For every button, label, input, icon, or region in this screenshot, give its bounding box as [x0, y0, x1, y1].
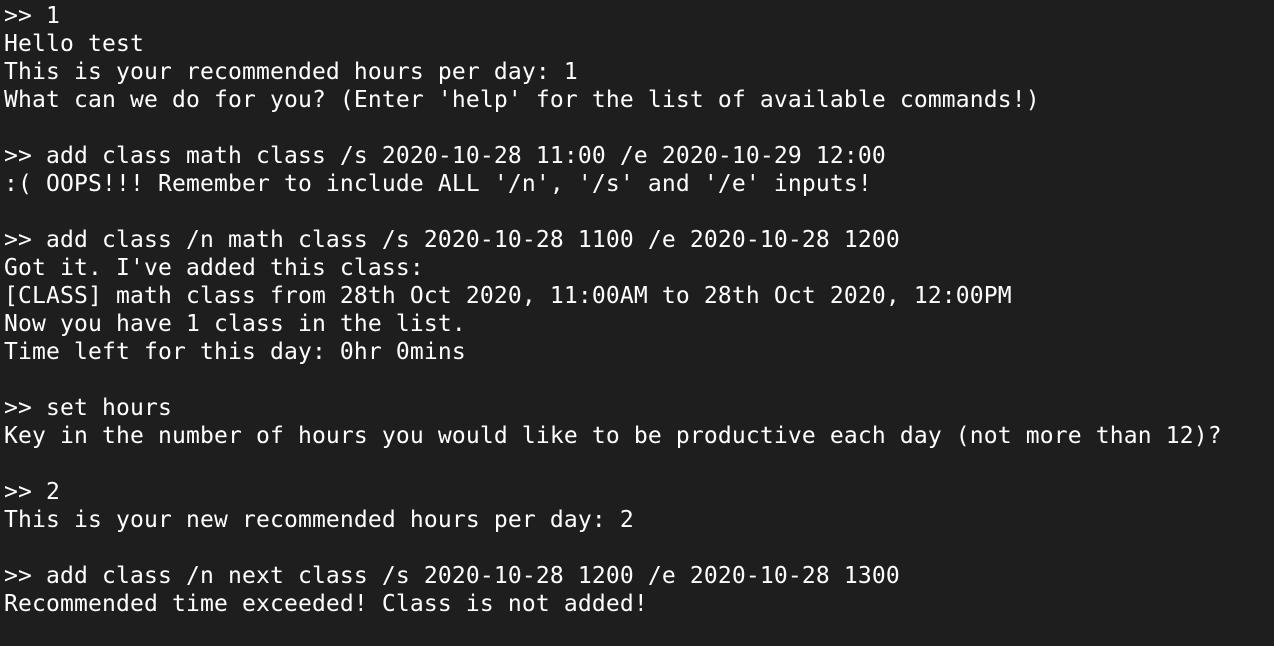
terminal-output[interactable]: >> 1 Hello test This is your recommended… — [0, 0, 1274, 646]
terminal-line: [CLASS] math class from 28th Oct 2020, 1… — [4, 283, 1012, 309]
terminal-line: This is your new recommended hours per d… — [4, 507, 634, 533]
terminal-line: >> 1 — [4, 3, 60, 29]
terminal-line: :( OOPS!!! Remember to include ALL '/n',… — [4, 171, 872, 197]
terminal-line: Hello test — [4, 31, 144, 57]
terminal-line: >> set hours — [4, 395, 172, 421]
terminal-line: >> add class /n next class /s 2020-10-28… — [4, 563, 900, 589]
terminal-line: Now you have 1 class in the list. — [4, 311, 466, 337]
terminal-line: Key in the number of hours you would lik… — [4, 423, 1222, 449]
terminal-line: Recommended time exceeded! Class is not … — [4, 591, 648, 617]
terminal-line: >> 2 — [4, 479, 60, 505]
terminal-line: Got it. I've added this class: — [4, 255, 424, 281]
terminal-line: >> add class /n math class /s 2020-10-28… — [4, 227, 900, 253]
terminal-line: >> add class math class /s 2020-10-28 11… — [4, 143, 886, 169]
terminal-line: This is your recommended hours per day: … — [4, 59, 578, 85]
terminal-line: What can we do for you? (Enter 'help' fo… — [4, 87, 1040, 113]
terminal-line: Time left for this day: 0hr 0mins — [4, 339, 466, 365]
